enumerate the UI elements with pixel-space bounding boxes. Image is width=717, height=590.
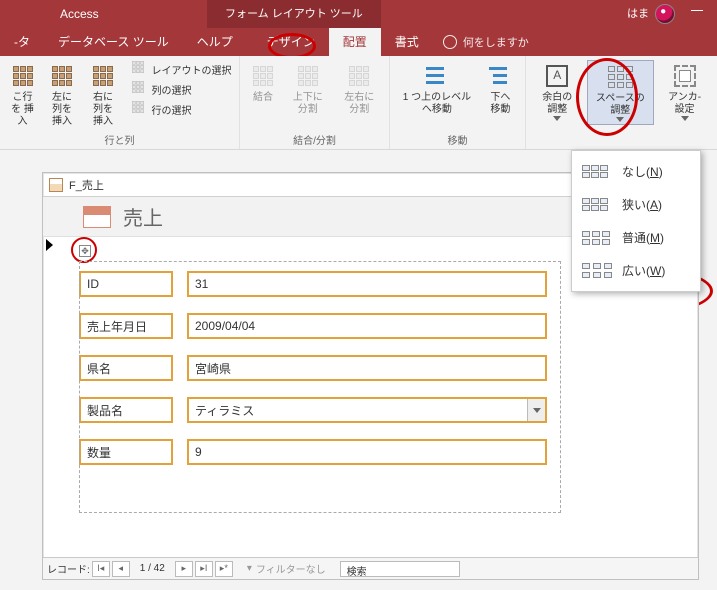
group-label-pos <box>620 134 623 147</box>
tab-format[interactable]: 書式 <box>381 27 433 56</box>
split-vertical-button: 上下に 分割 <box>284 60 332 118</box>
contextual-tab-title: フォーム レイアウト ツール <box>207 0 381 28</box>
insert-row-above-button[interactable]: こ行を 挿入 <box>6 60 40 130</box>
user-avatar-icon[interactable] <box>655 4 675 24</box>
move-down-button[interactable]: 下へ移動 <box>482 60 519 118</box>
select-layout-button[interactable]: レイアウトの選択 <box>130 60 234 78</box>
form-heading: 売上 <box>123 202 163 231</box>
tab-help[interactable]: ヘルプ <box>183 27 247 56</box>
insert-right-label: 右に列を 挿入 <box>89 92 118 128</box>
insert-above-label: こ行を 挿入 <box>10 92 36 128</box>
record-position: 1 / 42 <box>132 563 173 574</box>
tell-me-label: 何をしますか <box>463 34 529 50</box>
layout-handle[interactable]: ✥ <box>79 245 91 257</box>
padding-button[interactable]: 余白の 調整 <box>532 60 583 125</box>
spacing-narrow[interactable]: 狭い(A) <box>572 188 700 221</box>
merge-button: 結合 <box>246 60 280 118</box>
label-quantity[interactable]: 数量 <box>79 439 173 465</box>
field-quantity[interactable]: 9 <box>187 439 547 465</box>
label-product[interactable]: 製品名 <box>79 397 173 423</box>
title-bar: Access フォーム レイアウト ツール はま <box>0 0 717 28</box>
field-product[interactable]: ティラミス <box>187 397 547 423</box>
spacing-normal[interactable]: 普通(M) <box>572 221 700 254</box>
app-title: Access <box>60 7 99 21</box>
anchoring-button[interactable]: アンカ- 設定 <box>658 60 711 125</box>
funnel-icon: ▾ <box>247 563 252 574</box>
form-header-icon <box>83 206 111 228</box>
label-date[interactable]: 売上年月日 <box>79 313 173 339</box>
group-label-rows-cols: 行と列 <box>105 130 135 147</box>
spacing-wide[interactable]: 広い(W) <box>572 254 700 287</box>
label-id[interactable]: ID <box>79 271 173 297</box>
tab-database-tools[interactable]: データベース ツール <box>44 27 183 56</box>
move-up-level-button[interactable]: 1 つ上のレベル へ移動 <box>396 60 478 118</box>
tab-data-partial[interactable]: -タ <box>0 27 44 56</box>
nav-next-button[interactable]: ▸ <box>175 561 193 577</box>
nav-new-button[interactable]: ▸* <box>215 561 233 577</box>
field-date[interactable]: 2009/04/04 <box>187 313 547 339</box>
chevron-down-icon <box>533 408 541 413</box>
group-label-move: 移動 <box>448 130 468 147</box>
chevron-down-icon <box>616 117 624 122</box>
spacing-dropdown: なし(N) 狭い(A) 普通(M) 広い(W) <box>571 150 701 292</box>
field-id[interactable]: 31 <box>187 271 547 297</box>
select-column-button[interactable]: 列の選択 <box>130 80 234 98</box>
tab-arrange[interactable]: 配置 <box>329 27 381 56</box>
user-name: はま <box>627 5 649 21</box>
ribbon: こ行を 挿入 左に列を 挿入 右に列を 挿入 レイアウトの選択 列の選択 行の選… <box>0 56 717 150</box>
form-tab-name: F_売上 <box>69 177 104 193</box>
chevron-down-icon <box>681 116 689 121</box>
field-prefecture[interactable]: 宮崎県 <box>187 355 547 381</box>
ribbon-group-position: 余白の 調整 スペースの 調整 アンカ- 設定 <box>526 56 717 149</box>
tell-me[interactable]: 何をしますか <box>433 28 539 56</box>
select-row-button[interactable]: 行の選択 <box>130 100 234 118</box>
nav-first-button[interactable]: І◂ <box>92 561 110 577</box>
form-icon <box>49 178 63 192</box>
label-prefecture[interactable]: 県名 <box>79 355 173 381</box>
group-label-merge: 結合/分割 <box>293 130 336 147</box>
record-navigation-bar: レコード: І◂ ◂ 1 / 42 ▸ ▸І ▸* ▾ フィルターなし 検索 <box>43 557 698 579</box>
ribbon-tabs: -タ データベース ツール ヘルプ デザイン 配置 書式 何をしますか <box>0 28 717 56</box>
record-label: レコード: <box>47 561 90 576</box>
insert-col-left-button[interactable]: 左に列を 挿入 <box>44 60 81 130</box>
combo-dropdown-button[interactable] <box>527 399 545 421</box>
tab-design[interactable]: デザイン <box>253 27 329 56</box>
ribbon-group-rows-cols: こ行を 挿入 左に列を 挿入 右に列を 挿入 レイアウトの選択 列の選択 行の選… <box>0 56 240 149</box>
ribbon-group-move: 1 つ上のレベル へ移動 下へ移動 移動 <box>390 56 526 149</box>
ribbon-group-merge-split: 結合 上下に 分割 左右に 分割 結合/分割 <box>240 56 390 149</box>
insert-left-label: 左に列を 挿入 <box>48 92 77 128</box>
insert-col-right-button[interactable]: 右に列を 挿入 <box>85 60 122 130</box>
minimize-icon[interactable] <box>691 10 703 11</box>
lightbulb-icon <box>443 35 457 49</box>
record-search-box[interactable]: 検索 <box>340 561 460 577</box>
control-spacing-button[interactable]: スペースの 調整 <box>587 60 655 125</box>
nav-last-button[interactable]: ▸І <box>195 561 213 577</box>
layout-grid: ID 31 売上年月日 2009/04/04 県名 宮崎県 製品名 ティラミス … <box>79 271 680 465</box>
record-selector-icon[interactable] <box>46 239 53 251</box>
split-horizontal-button: 左右に 分割 <box>336 60 384 118</box>
filter-indicator[interactable]: ▾ フィルターなし <box>247 561 326 576</box>
spacing-none[interactable]: なし(N) <box>572 155 700 188</box>
nav-prev-button[interactable]: ◂ <box>112 561 130 577</box>
chevron-down-icon <box>553 116 561 121</box>
